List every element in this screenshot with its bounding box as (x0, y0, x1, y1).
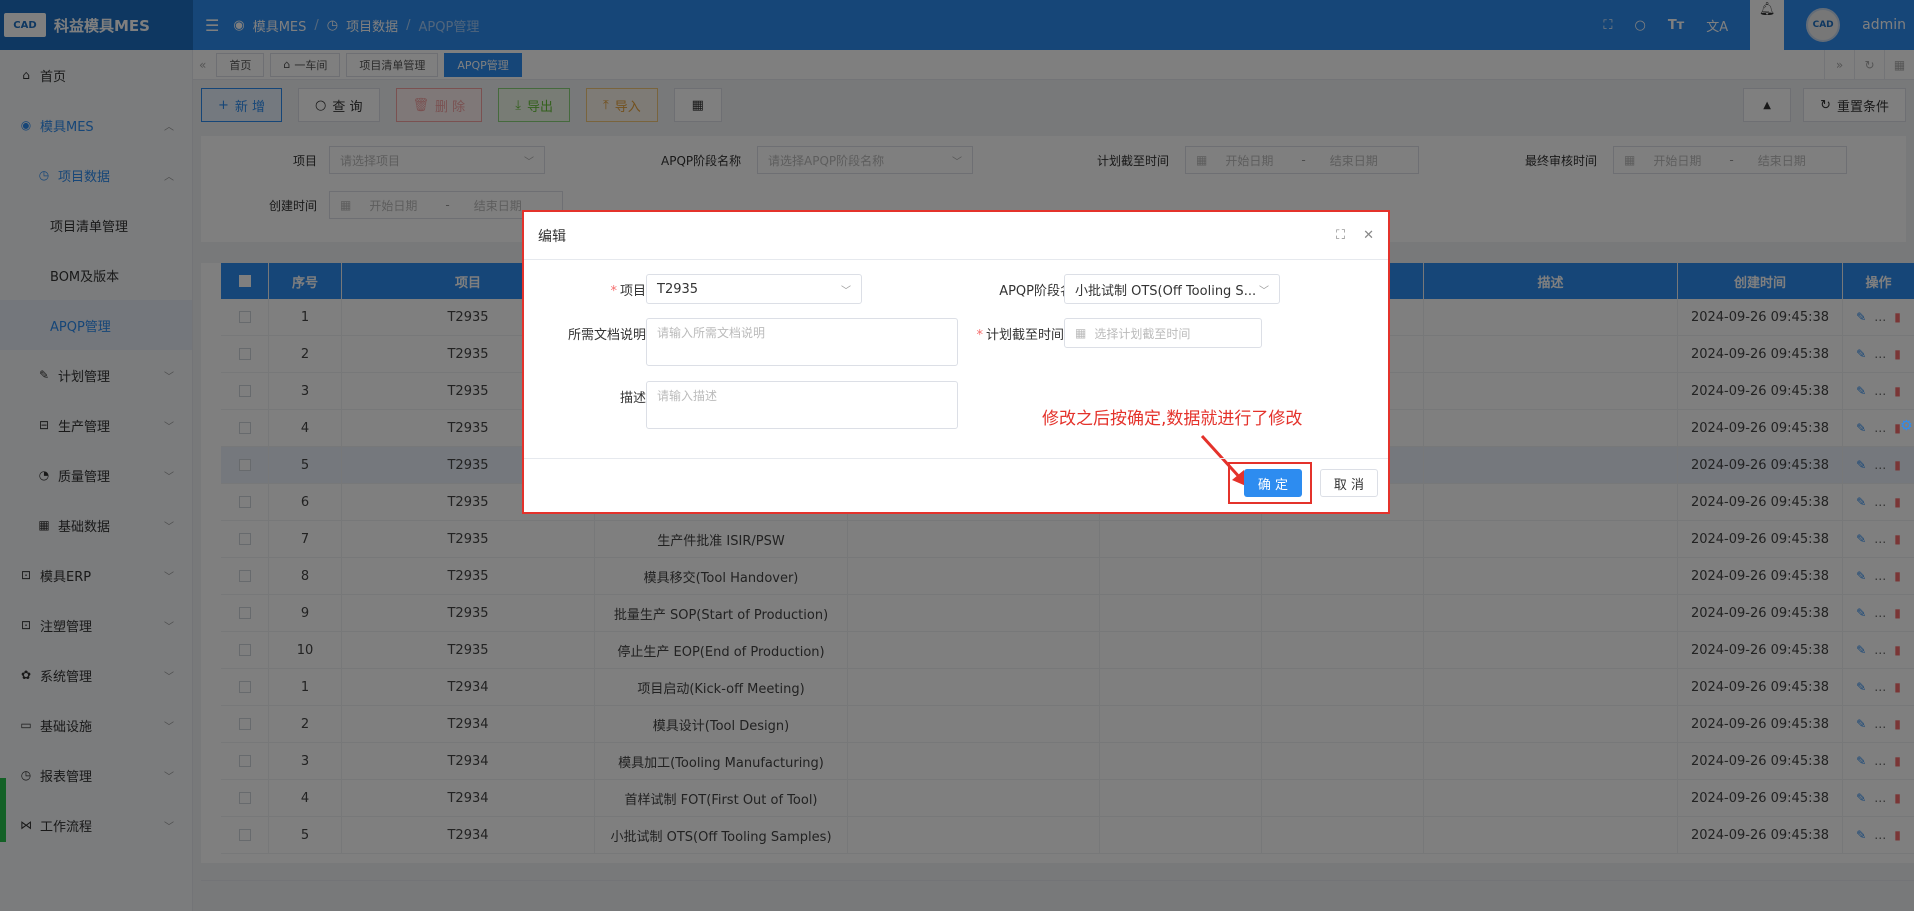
chevron-down-icon: ﹀ (1259, 285, 1269, 297)
chevron-down-icon: ﹀ (841, 285, 851, 297)
project-field-label: * 项目 (610, 284, 646, 299)
maximize-icon[interactable]: ⛶ (1336, 228, 1345, 243)
cancel-button[interactable]: 取 消 (1320, 469, 1378, 497)
settings-float-icon[interactable]: ⚙ (1900, 418, 1914, 436)
close-icon[interactable]: ✕ (1363, 228, 1374, 243)
dialog-header: 编辑 ⛶ ✕ (524, 212, 1388, 260)
doc-field-label: 所需文档说明 (567, 328, 646, 343)
description-field-label: 描述 (619, 391, 646, 406)
deadline-field-label: * 计划截至时间 (976, 328, 1064, 343)
edit-dialog: 编辑 ⛶ ✕ * 项目 T2935 ﹀ APQP阶段名称 小批试制 OTS(Off … (522, 210, 1390, 514)
dialog-footer-divider (524, 458, 1388, 459)
description-textarea[interactable]: 请输入描述 (646, 381, 958, 429)
annotation-text: 修改之后按确定,数据就进行了修改 (1042, 409, 1303, 429)
doc-description-textarea[interactable]: 请输入所需文档说明 (646, 318, 958, 366)
dialog-title: 编辑 (538, 228, 566, 245)
stage-select[interactable]: 小批试制 OTS(Off Tooling S... ﹀ (1064, 274, 1280, 304)
calendar-icon: ▦ (1075, 326, 1087, 340)
confirm-button[interactable]: 确 定 (1244, 469, 1302, 497)
deadline-date-picker[interactable]: ▦ 选择计划截至时间 (1064, 318, 1262, 348)
project-select[interactable]: T2935 ﹀ (646, 274, 862, 304)
